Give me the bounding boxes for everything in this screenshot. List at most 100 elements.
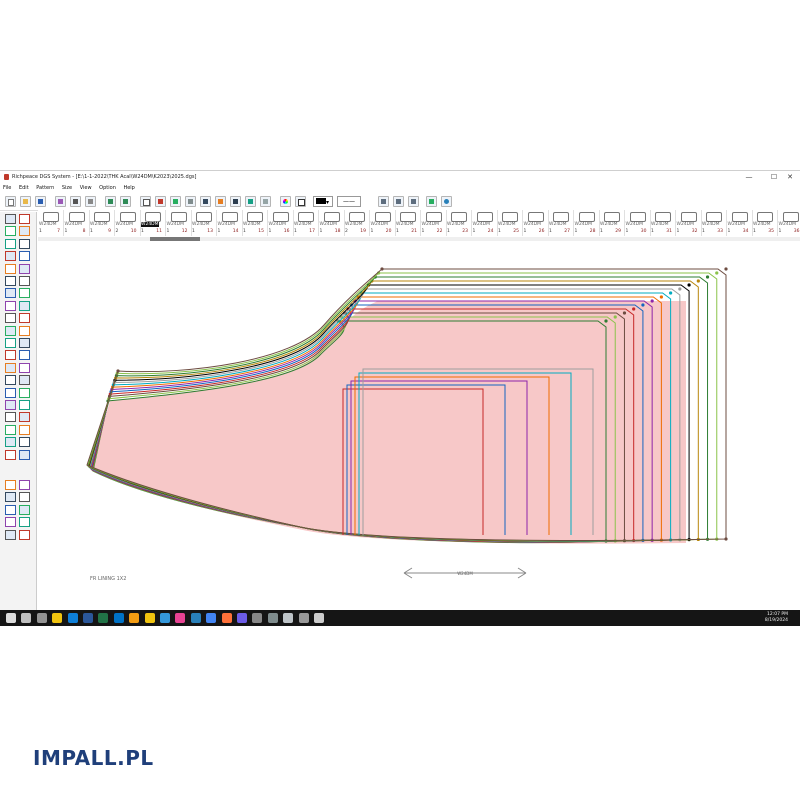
edge-taskbar-icon[interactable] — [67, 613, 78, 623]
sticky-taskbar-icon[interactable] — [144, 613, 155, 623]
piece-thumbnail[interactable]: W24DM 1 15 — [242, 210, 268, 236]
size-table-button[interactable] — [260, 196, 271, 207]
firefox-taskbar-icon[interactable] — [221, 613, 232, 623]
drawing-tool-icon[interactable] — [5, 480, 16, 490]
piece-thumbnail[interactable]: W24DM 1 11 — [140, 210, 166, 236]
piece-thumbnail[interactable]: W24DM 1 29 — [599, 210, 625, 236]
open-file-button[interactable] — [20, 196, 31, 207]
color-wheel-button[interactable] — [280, 196, 291, 207]
chart-button[interactable] — [245, 196, 256, 207]
word-taskbar-icon[interactable] — [83, 613, 93, 623]
piece-thumbnail[interactable]: W24DM 1 33 — [701, 210, 727, 236]
menu-help[interactable]: Help — [123, 184, 134, 193]
drawing-tool-icon[interactable] — [19, 400, 30, 410]
search-taskbar-icon[interactable] — [21, 613, 32, 623]
drawing-tool-icon[interactable] — [19, 529, 30, 540]
chrome-taskbar-icon[interactable] — [206, 613, 217, 623]
system-clock[interactable]: 12:07 PM 8/19/2024 — [765, 612, 788, 624]
app2-taskbar-icon[interactable] — [267, 613, 278, 623]
drawing-tool-icon[interactable] — [5, 350, 16, 361]
close-button[interactable]: ✕ — [781, 172, 799, 183]
drawing-tool-icon[interactable] — [19, 300, 30, 311]
help-button[interactable] — [441, 196, 452, 207]
drawing-tool-icon[interactable] — [19, 424, 30, 435]
drawing-tool-icon[interactable] — [19, 214, 30, 224]
drawing-tool-icon[interactable] — [5, 387, 16, 398]
drawing-tool-icon[interactable] — [5, 437, 16, 448]
drawing-tool-icon[interactable] — [5, 251, 16, 262]
piece-thumbnail[interactable]: W24DM 2 10 — [115, 210, 141, 236]
menu-option[interactable]: Option — [99, 184, 116, 193]
drawing-tool-icon[interactable] — [5, 424, 16, 435]
drawing-canvas[interactable]: W24DM FR LINING 1X2 — [38, 243, 800, 611]
piece-thumbnail[interactable]: W24DM 1 32 — [676, 210, 702, 236]
piece-thumbnail[interactable]: W24DM 1 14 — [217, 210, 243, 236]
windows-taskbar-icon[interactable] — [6, 613, 16, 623]
piece-thumbnail[interactable]: W24DM 1 18 — [319, 210, 345, 236]
measure-button[interactable] — [155, 196, 166, 207]
drawing-tool-icon[interactable] — [19, 375, 30, 386]
piece-thumbnail[interactable]: W24DM 1 13 — [191, 210, 217, 236]
drawing-tool-icon[interactable] — [19, 313, 30, 324]
drawing-tool-icon[interactable] — [19, 263, 30, 274]
menu-edit[interactable]: Edit — [19, 184, 29, 193]
scrollbar-thumb[interactable] — [150, 237, 200, 241]
drawing-tool-icon[interactable] — [19, 480, 30, 490]
menu-file[interactable]: File — [3, 184, 11, 193]
piece-thumbnail[interactable]: W24DM 2 19 — [344, 210, 370, 236]
drawing-tool-icon[interactable] — [5, 338, 16, 348]
piece-thumbnail[interactable]: W24DM 1 25 — [497, 210, 523, 236]
piece-thumbnail[interactable]: W24DM 1 8 — [64, 210, 90, 236]
minimize-button[interactable]: — — [740, 172, 758, 183]
excel-taskbar-icon[interactable] — [98, 613, 109, 623]
drawing-tool-icon[interactable] — [19, 238, 30, 249]
drawing-tool-icon[interactable] — [5, 214, 16, 224]
drawing-tool-icon[interactable] — [5, 412, 16, 423]
piece-thumbnail[interactable]: W24DM 1 30 — [625, 210, 651, 236]
drawing-tool-icon[interactable] — [5, 238, 16, 249]
paint-taskbar-icon[interactable] — [175, 613, 186, 623]
drawing-tool-icon[interactable] — [19, 449, 30, 460]
drawing-tool-icon[interactable] — [5, 517, 16, 528]
piece-thumbnail[interactable]: W24DM 1 21 — [395, 210, 421, 236]
task-view-taskbar-icon[interactable] — [36, 613, 47, 623]
files-taskbar-icon[interactable] — [129, 613, 140, 623]
piece-thumbnail[interactable]: W24DM 1 7 — [38, 210, 64, 236]
menu-size[interactable]: Size — [62, 184, 72, 193]
drawing-tool-icon[interactable] — [5, 449, 16, 460]
drawing-tool-icon[interactable] — [19, 251, 30, 262]
drawing-tool-icon[interactable] — [19, 387, 30, 398]
drawing-tool-icon[interactable] — [5, 325, 16, 336]
digitizer-button[interactable] — [85, 196, 96, 207]
drawing-tool-icon[interactable] — [19, 350, 30, 361]
camera-button[interactable] — [70, 196, 81, 207]
drawing-tool-icon[interactable] — [5, 288, 16, 299]
save-button[interactable] — [35, 196, 46, 207]
piece-thumbnail[interactable]: W24DM 1 35 — [752, 210, 778, 236]
menu-view[interactable]: View — [80, 184, 92, 193]
piece-thumbnail[interactable]: W24DM 1 36 — [778, 210, 800, 236]
rotate-button[interactable] — [408, 196, 419, 207]
drawing-tool-icon[interactable] — [19, 362, 30, 373]
piece-thumbnail[interactable]: W24DM 1 31 — [650, 210, 676, 236]
dgs-taskbar-icon[interactable] — [283, 613, 294, 623]
drawing-tool-icon[interactable] — [19, 338, 30, 348]
app3-taskbar-icon[interactable] — [298, 613, 309, 623]
piece-thumbnail[interactable]: W24DM 1 26 — [523, 210, 549, 236]
drawing-tool-icon[interactable] — [5, 263, 16, 274]
explorer-taskbar-icon[interactable] — [52, 613, 63, 623]
drawing-tool-icon[interactable] — [5, 362, 16, 373]
pen-button[interactable] — [200, 196, 211, 207]
drawing-tool-icon[interactable] — [5, 375, 16, 386]
app1-taskbar-icon[interactable] — [252, 613, 263, 623]
drawing-tool-icon[interactable] — [5, 400, 16, 410]
align-button[interactable] — [378, 196, 389, 207]
drawing-tool-icon[interactable] — [19, 517, 30, 528]
piece-thumbnail[interactable]: W24DM 1 17 — [293, 210, 319, 236]
ruler-button[interactable] — [215, 196, 226, 207]
drawing-tool-icon[interactable] — [5, 313, 16, 324]
drawing-tool-icon[interactable] — [5, 492, 16, 503]
undo-button[interactable] — [105, 196, 116, 207]
piece-list-scrollbar[interactable] — [38, 237, 800, 241]
app4-taskbar-icon[interactable] — [314, 613, 324, 623]
